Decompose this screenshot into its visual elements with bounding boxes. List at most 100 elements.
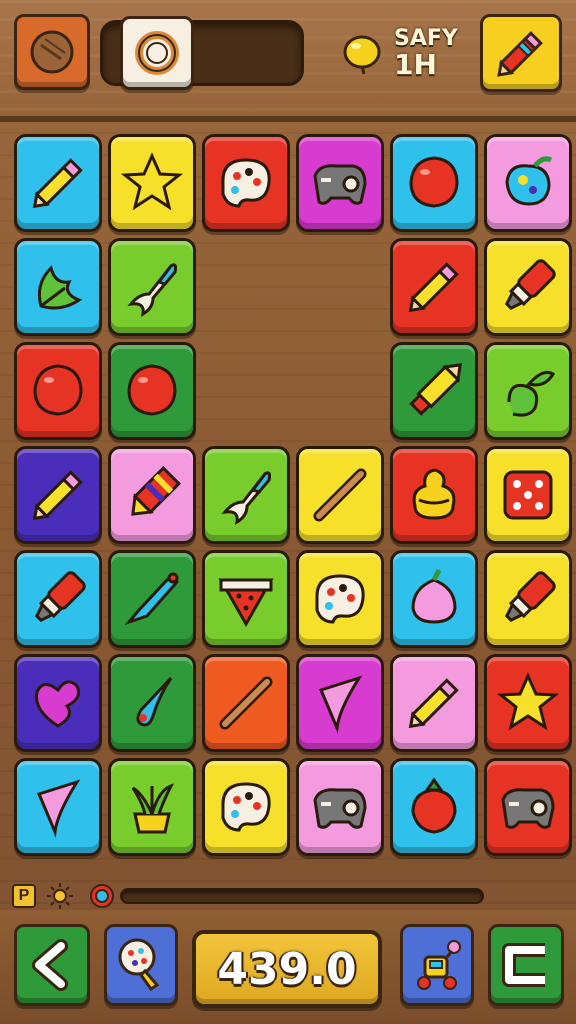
tile-heart[interactable] [14, 654, 102, 752]
lemon-icon [343, 35, 381, 75]
rocket-icon [127, 263, 177, 317]
tile-berry[interactable] [390, 550, 478, 648]
wooden-coin-icon [30, 30, 74, 74]
hint-button[interactable] [104, 924, 178, 1006]
palette-icon [221, 158, 271, 208]
tile-gamepad[interactable] [484, 758, 572, 856]
brush-icon [124, 572, 179, 626]
tile-striped-crayon[interactable] [108, 446, 196, 544]
heart-icon [34, 680, 81, 728]
tile-drop[interactable] [108, 654, 196, 752]
gamepad-icon [501, 788, 555, 829]
tile-gamepad[interactable] [296, 134, 384, 232]
tile-plant[interactable] [108, 758, 196, 856]
dice-icon [503, 470, 553, 520]
tile-pencil[interactable] [14, 134, 102, 232]
tile-pencil[interactable] [390, 654, 478, 752]
tile-strawberry[interactable] [390, 758, 478, 856]
tile-watermelon[interactable] [202, 550, 290, 648]
tile-cone[interactable] [296, 654, 384, 752]
tile-rocket[interactable] [108, 238, 196, 336]
game-board [10, 130, 572, 872]
tile-marker[interactable] [484, 550, 572, 648]
save-value: 1H [394, 48, 437, 81]
swap-button[interactable] [488, 924, 564, 1006]
gamepad-icon [313, 164, 367, 205]
tile-stick[interactable] [202, 654, 290, 752]
tile-icecream[interactable] [390, 446, 478, 544]
status-strip: P [0, 878, 576, 909]
paint-apple-icon [505, 156, 553, 206]
tile-palette[interactable] [202, 758, 290, 856]
tile-paint-apple[interactable] [484, 134, 572, 232]
stick-icon [219, 676, 273, 730]
tile-stick[interactable] [296, 446, 384, 544]
marker-icon [504, 259, 556, 311]
score-display: 439.0 [192, 930, 382, 1008]
sun-icon [47, 883, 73, 909]
strawberry-icon [411, 777, 457, 834]
tile-snake-leaf[interactable] [484, 342, 572, 440]
balloon-icon [409, 156, 459, 208]
tile-palette[interactable] [296, 550, 384, 648]
tile-brush[interactable] [108, 550, 196, 648]
tile-crayon[interactable] [390, 342, 478, 440]
score-value: 439.0 [217, 943, 357, 995]
p-badge: P [12, 884, 36, 908]
cone-icon [318, 675, 363, 734]
chevron-left-icon [32, 939, 68, 991]
top-bar: SAFY 1H [0, 0, 576, 122]
tile-pencil[interactable] [390, 238, 478, 336]
icecream-icon [412, 468, 456, 520]
gem-icon [90, 884, 114, 908]
tile-marker[interactable] [14, 550, 102, 648]
tile-dice[interactable] [484, 446, 572, 544]
back-button[interactable] [14, 924, 90, 1006]
pencil-icon [497, 31, 543, 77]
stick-icon [313, 468, 367, 522]
watermelon-icon [218, 578, 274, 628]
edit-button[interactable] [480, 14, 562, 92]
lightbulb-icon [118, 938, 160, 992]
robot-button[interactable] [400, 924, 474, 1006]
star-icon [120, 152, 184, 211]
tile-pencil[interactable] [14, 446, 102, 544]
palette-icon [221, 782, 271, 832]
progress-bar [120, 888, 484, 904]
tile-balloon[interactable] [390, 134, 478, 232]
striped-crayon-icon [131, 466, 181, 516]
snake-leaf-icon [507, 370, 556, 417]
rocket-icon [221, 471, 271, 525]
cone-icon [36, 779, 81, 838]
gamepad-icon [313, 788, 367, 829]
robot-icon [417, 940, 461, 990]
tile-gamepad[interactable] [296, 758, 384, 856]
ring-button[interactable] [120, 16, 194, 90]
pencil-icon [32, 470, 83, 521]
tile-star[interactable] [108, 134, 196, 232]
tile-balloon[interactable] [14, 342, 102, 440]
tile-leaf[interactable] [14, 238, 102, 336]
palette-icon [315, 574, 365, 624]
menu-button[interactable] [14, 14, 90, 90]
pencil-icon [32, 158, 83, 209]
marker-icon [504, 571, 556, 623]
pencil-icon [408, 262, 459, 313]
plant-icon [131, 783, 174, 834]
tile-palette[interactable] [202, 134, 290, 232]
marker-icon [34, 571, 86, 623]
tile-balloon[interactable] [108, 342, 196, 440]
balloon-icon [127, 364, 177, 416]
balloon-icon [33, 364, 83, 416]
tile-marker[interactable] [484, 238, 572, 336]
ring-icon [135, 31, 179, 75]
pencil-icon [408, 678, 459, 729]
tile-rocket[interactable] [202, 446, 290, 544]
crayon-icon [409, 363, 462, 416]
star-icon [496, 672, 560, 731]
drop-icon [136, 676, 173, 727]
tile-cone[interactable] [14, 758, 102, 856]
berry-icon [411, 568, 457, 624]
tile-star[interactable] [484, 654, 572, 752]
bottom-bar: 439.0 [0, 910, 576, 1024]
